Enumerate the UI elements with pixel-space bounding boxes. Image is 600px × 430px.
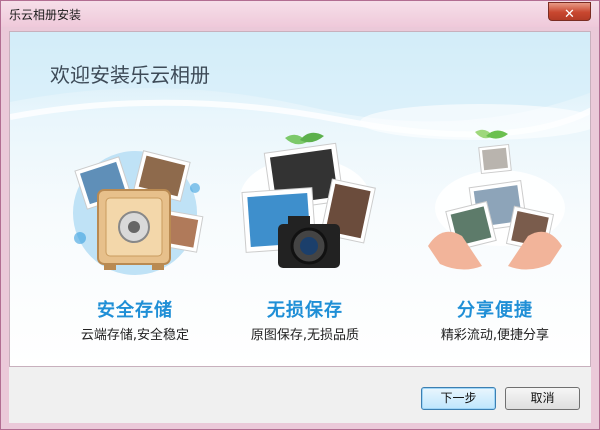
welcome-panel: 欢迎安装乐云相册 安全存储 云端存储,安全稳定 无损保存 原图保存,无损品质 分… xyxy=(9,31,591,367)
feature-subtitle: 原图保存,无损品质 xyxy=(250,328,360,343)
button-bar: 下一步 取消 xyxy=(9,367,591,423)
feature-subtitle: 云端存储,安全稳定 xyxy=(80,328,190,343)
feature-title: 无损保存 xyxy=(267,300,343,321)
hands-photos-icon xyxy=(428,129,565,270)
cancel-button[interactable]: 取消 xyxy=(505,387,580,410)
installer-window: 乐云相册安装 ✕ 欢迎安装乐云相册 安全存储 云端存储,安全稳定 无损保存 原图… xyxy=(0,0,600,430)
window-title: 乐云相册安装 xyxy=(9,8,82,22)
feature-secure-storage: 安全存储 云端存储,安全稳定 xyxy=(50,128,220,348)
feature-easy-share: 分享便捷 精彩流动,便捷分享 xyxy=(410,128,580,348)
feature-title: 安全存储 xyxy=(97,300,173,321)
safe-icon xyxy=(73,150,204,275)
close-button[interactable]: ✕ xyxy=(548,2,591,22)
next-button[interactable]: 下一步 xyxy=(421,387,496,410)
feature-title: 分享便捷 xyxy=(457,300,533,321)
camera-icon xyxy=(240,132,376,268)
page-title: 欢迎安装乐云相册 xyxy=(50,63,210,87)
feature-lossless-save: 无损保存 原图保存,无损品质 xyxy=(220,128,390,348)
close-icon: ✕ xyxy=(564,7,575,22)
title-bar[interactable]: 乐云相册安装 ✕ xyxy=(1,1,599,27)
feature-subtitle: 精彩流动,便捷分享 xyxy=(440,328,550,343)
